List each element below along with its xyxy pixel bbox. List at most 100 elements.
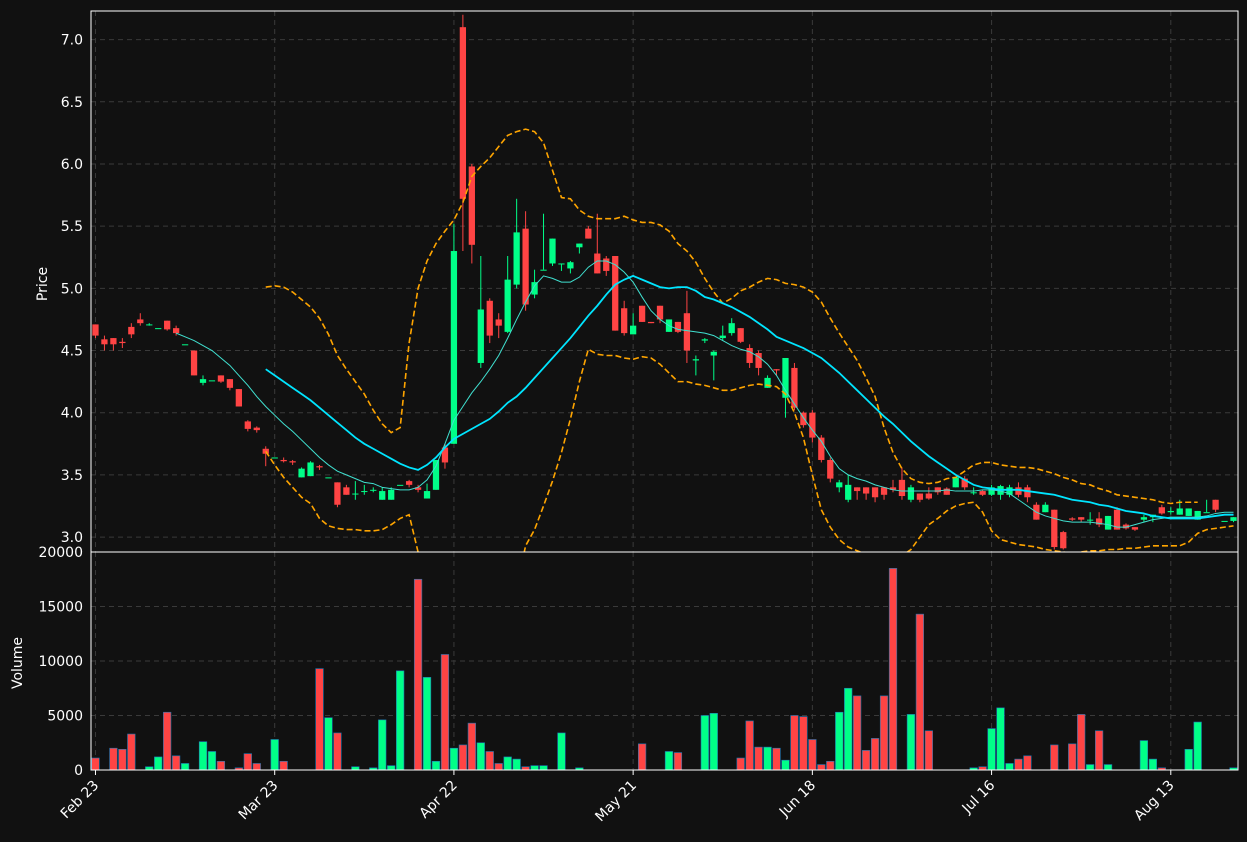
- volume-bar: [1103, 764, 1113, 771]
- candle-body: [432, 459, 440, 490]
- candle-body: [137, 319, 144, 324]
- candle-body: [172, 328, 180, 334]
- x-tick-label: Jul 16: [959, 777, 999, 817]
- candle-body: [710, 351, 717, 356]
- candle-body: [576, 243, 583, 248]
- volume-bar: [906, 714, 916, 771]
- volume-bar: [1139, 740, 1149, 771]
- candle-body: [862, 487, 870, 494]
- candle-body: [737, 328, 744, 342]
- volume-bar: [826, 760, 835, 771]
- candle-body: [692, 359, 699, 361]
- volume-bar: [1094, 730, 1104, 771]
- candle-body: [1051, 509, 1058, 548]
- volume-bar: [987, 728, 996, 771]
- volume-bar: [163, 711, 172, 771]
- candle-body: [495, 319, 502, 326]
- candle-body: [773, 369, 780, 371]
- volume-bar: [1023, 755, 1032, 771]
- volume-bar: [1005, 763, 1014, 771]
- volume-bar: [1014, 758, 1023, 771]
- candle-body: [540, 269, 547, 271]
- price-axis-label: Price: [35, 267, 51, 301]
- volume-bar: [709, 713, 718, 771]
- candle-body: [1015, 487, 1022, 495]
- volume-bar: [458, 744, 467, 771]
- candle-body: [1167, 510, 1174, 513]
- candle-body: [522, 228, 529, 305]
- x-tick-label: May 21: [592, 778, 640, 826]
- candle-body: [746, 348, 753, 363]
- candle-body: [979, 491, 986, 495]
- candle-body: [701, 339, 708, 341]
- candle-body: [558, 263, 565, 265]
- volume-bar: [503, 756, 512, 771]
- candle-body: [1024, 487, 1031, 498]
- volume-bar: [252, 763, 261, 771]
- volume-bar: [207, 751, 217, 771]
- volume-bar: [431, 760, 441, 771]
- volume-bar: [1148, 758, 1157, 771]
- candle-body: [1212, 499, 1219, 510]
- volume-bar: [198, 741, 208, 771]
- volume-bar: [888, 568, 898, 771]
- volume-bar: [467, 722, 476, 771]
- volume-bar: [673, 752, 683, 771]
- candle-body: [1087, 519, 1094, 521]
- candle-body: [298, 468, 305, 478]
- candle-body: [621, 308, 628, 334]
- candle-body: [952, 477, 959, 488]
- candle-body: [164, 320, 171, 330]
- candle-body: [638, 305, 646, 322]
- volume-bar: [915, 613, 924, 771]
- candle-body: [1131, 527, 1139, 530]
- volume-bar: [315, 668, 324, 771]
- candle-body: [1239, 507, 1245, 514]
- candle-body: [683, 313, 691, 351]
- candle-body: [647, 321, 655, 324]
- volume-bar: [817, 764, 826, 771]
- candle-body: [423, 491, 431, 499]
- volume-bar: [1184, 748, 1193, 771]
- volume-bar: [449, 747, 459, 771]
- volume-bar: [180, 763, 190, 771]
- price-panel: [92, 14, 1245, 552]
- volume-bar: [118, 748, 127, 771]
- volume-bar: [700, 715, 709, 771]
- candle-body: [244, 421, 251, 429]
- volume-bar: [440, 654, 450, 771]
- volume-bar: [387, 765, 396, 771]
- price-tick-label: 6.0: [61, 157, 83, 173]
- candle-body: [370, 489, 377, 491]
- volume-bar: [530, 765, 539, 771]
- x-tick-label: Jun 18: [776, 778, 819, 821]
- candle-body: [504, 279, 511, 332]
- candle-body: [549, 238, 556, 264]
- volume-bar: [781, 759, 790, 771]
- volume-bar: [924, 730, 933, 771]
- volume-tick-label: 20000: [38, 545, 83, 561]
- volume-bar: [754, 746, 763, 771]
- candle-body: [916, 493, 924, 500]
- volume-bar: [1068, 743, 1077, 771]
- candle-body: [871, 487, 879, 498]
- volume-tick-label: 15000: [38, 600, 83, 616]
- volume-bar: [790, 715, 799, 771]
- volume-axis-label: Volume: [10, 637, 26, 689]
- candle-body: [486, 300, 493, 336]
- volume-bar: [243, 753, 252, 771]
- candle-body: [379, 491, 386, 500]
- volume-bar: [853, 695, 862, 771]
- price-tick-label: 5.5: [61, 219, 83, 235]
- candle-body: [728, 323, 735, 334]
- volume-tick-label: 10000: [38, 654, 83, 670]
- candle-body: [1158, 507, 1165, 514]
- candle-body: [1140, 517, 1148, 520]
- volume-bar: [91, 757, 100, 771]
- volume-bar: [109, 747, 118, 771]
- candle-body: [1203, 512, 1210, 514]
- volume-bar: [279, 760, 288, 771]
- candle-body: [809, 412, 816, 438]
- price-frame: [90, 10, 1239, 553]
- price-grid: [91, 11, 1238, 552]
